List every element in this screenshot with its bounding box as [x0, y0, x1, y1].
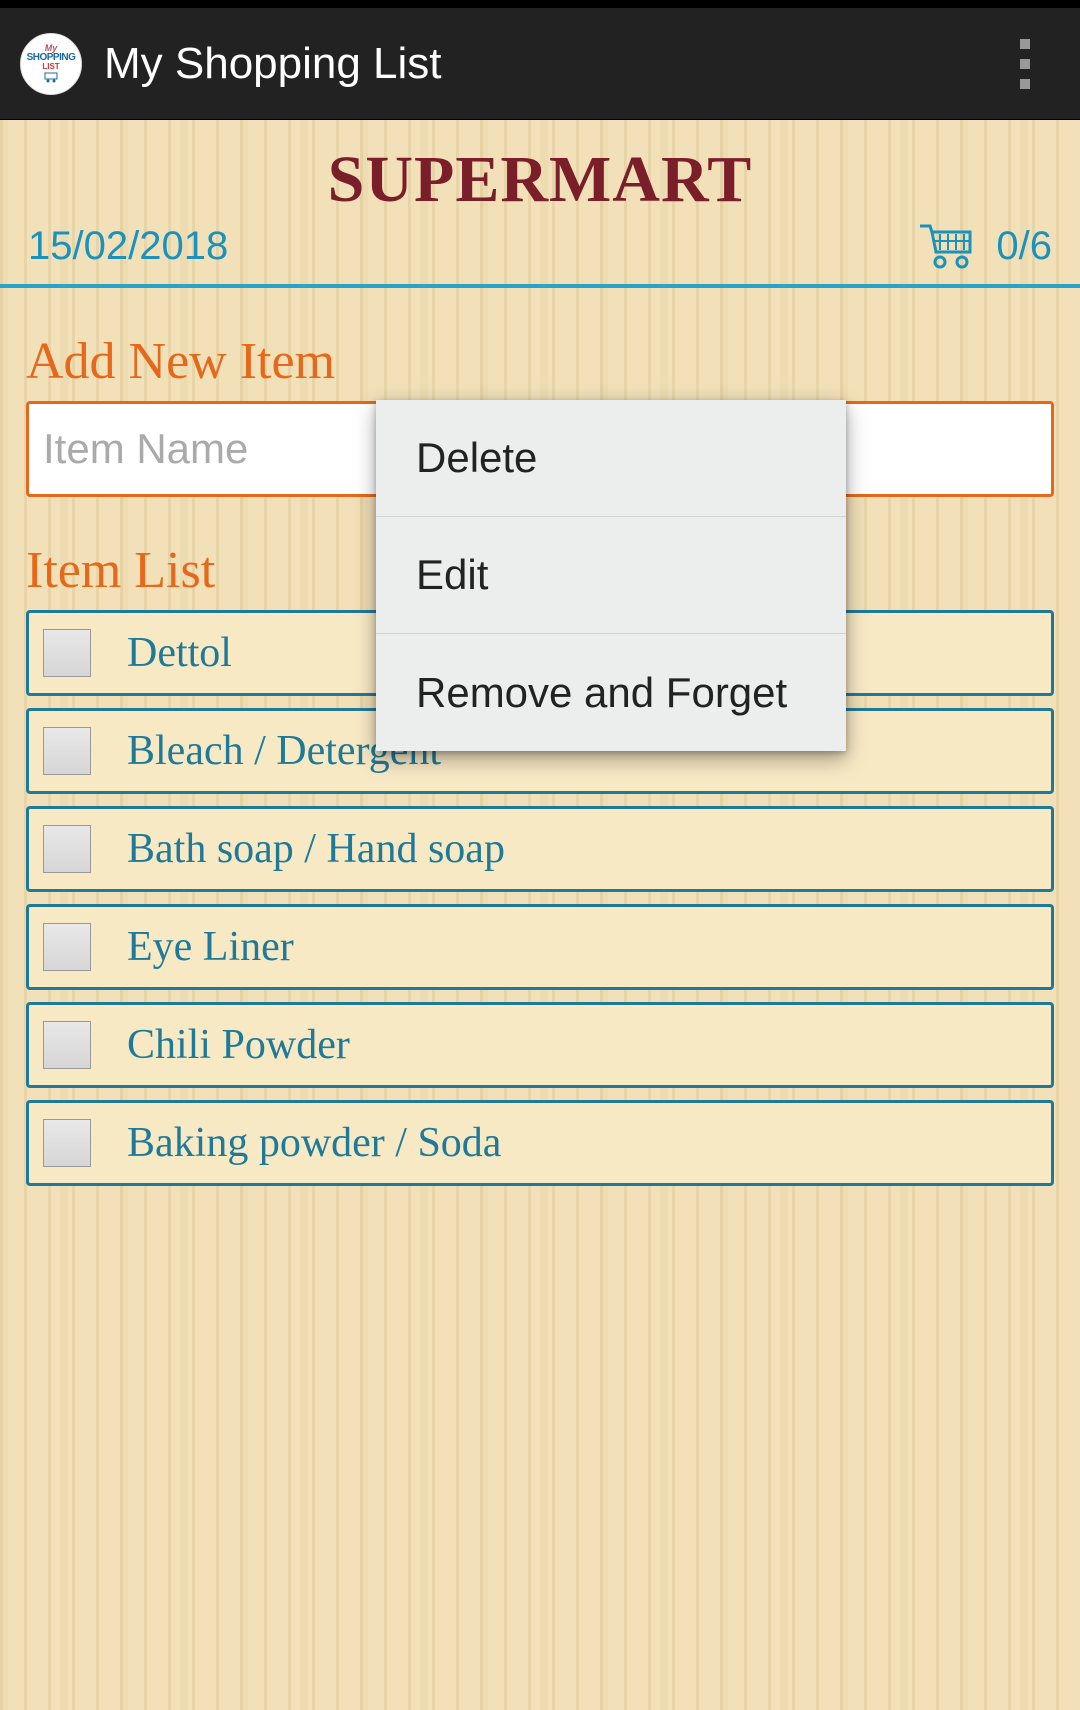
logo-cart-icon	[43, 71, 59, 83]
item-label: Eye Liner	[127, 923, 294, 971]
cart-count: 0/6	[996, 224, 1052, 269]
item-label: Baking powder / Soda	[127, 1119, 501, 1167]
overflow-menu-icon[interactable]	[1000, 29, 1050, 99]
list-header: SUPERMART	[0, 120, 1080, 218]
checkbox[interactable]	[43, 727, 91, 775]
list-item[interactable]: Baking powder / Soda	[26, 1100, 1054, 1186]
item-label: Dettol	[127, 629, 232, 677]
list-date: 15/02/2018	[28, 224, 228, 269]
menu-item-delete[interactable]: Delete	[376, 400, 846, 517]
status-bar	[0, 0, 1080, 8]
store-name: SUPERMART	[0, 142, 1080, 218]
checkbox[interactable]	[43, 629, 91, 677]
app-logo-icon: My SHOPPING LIST	[20, 33, 82, 95]
menu-item-remove-forget[interactable]: Remove and Forget	[376, 634, 846, 751]
item-label: Bath soap / Hand soap	[127, 825, 505, 873]
item-label: Chili Powder	[127, 1021, 350, 1069]
context-menu: Delete Edit Remove and Forget	[376, 400, 846, 751]
list-item[interactable]: Bath soap / Hand soap	[26, 806, 1054, 892]
add-new-item-heading: Add New Item	[26, 332, 1054, 391]
logo-line-3: LIST	[42, 63, 59, 71]
list-item[interactable]: Eye Liner	[26, 904, 1054, 990]
checkbox[interactable]	[43, 923, 91, 971]
checkbox[interactable]	[43, 1021, 91, 1069]
checkbox[interactable]	[43, 1119, 91, 1167]
menu-item-edit[interactable]: Edit	[376, 517, 846, 634]
meta-row: 15/02/2018 0/6	[0, 222, 1080, 270]
header-divider	[0, 284, 1080, 288]
list-item[interactable]: Chili Powder	[26, 1002, 1054, 1088]
checkbox[interactable]	[43, 825, 91, 873]
cart-icon	[918, 222, 974, 270]
app-title: My Shopping List	[104, 39, 1000, 89]
app-bar: My SHOPPING LIST My Shopping List	[0, 8, 1080, 120]
